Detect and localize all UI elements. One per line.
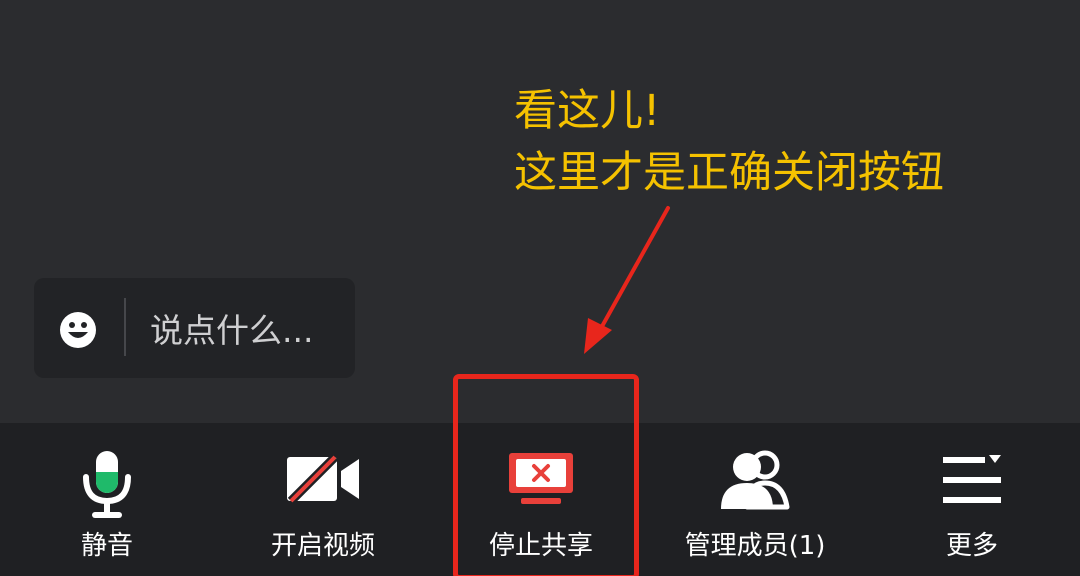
- chat-message-input[interactable]: [150, 304, 350, 356]
- smiley-icon[interactable]: [58, 310, 98, 350]
- manage-members-label: 管理成员(1): [684, 531, 826, 561]
- annotation-highlight-box: [453, 374, 639, 576]
- more-label: 更多: [945, 531, 998, 561]
- manage-members-button[interactable]: 管理成员(1): [675, 423, 835, 576]
- more-button[interactable]: 更多: [902, 423, 1042, 576]
- start-video-label: 开启视频: [270, 531, 375, 561]
- microphone-icon: [83, 451, 131, 518]
- members-icon: [721, 450, 790, 510]
- meeting-screen: 看这儿! 这里才是正确关闭按钮 静音: [0, 0, 1080, 576]
- video-off-icon: [287, 453, 359, 505]
- more-menu-icon: [943, 455, 1001, 503]
- annotation-line-1: 看这儿!: [514, 86, 661, 136]
- annotation-line-2: 这里才是正确关闭按钮: [514, 148, 944, 198]
- mute-label: 静音: [80, 531, 133, 561]
- mute-button[interactable]: 静音: [37, 423, 177, 576]
- start-video-button[interactable]: 开启视频: [253, 423, 393, 576]
- chat-divider: [124, 298, 126, 356]
- annotation-text: 看这儿! 这里才是正确关闭按钮: [514, 80, 944, 204]
